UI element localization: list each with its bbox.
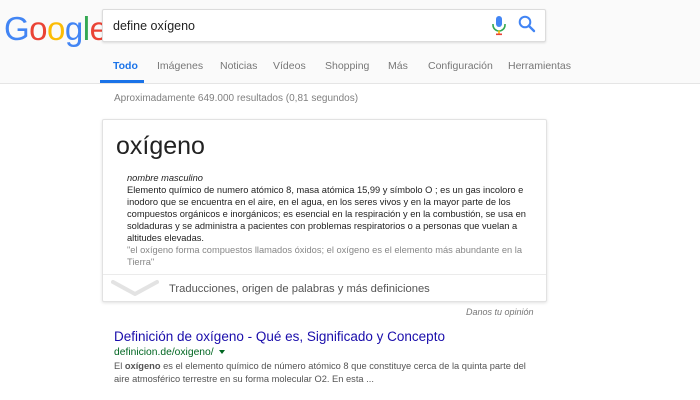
- mic-icon[interactable]: [489, 15, 509, 37]
- tab-shopping[interactable]: Shopping: [325, 60, 369, 72]
- logo-letter: o: [47, 10, 65, 47]
- logo-letter: G: [4, 10, 30, 47]
- result-title-link[interactable]: Definición de oxígeno - Qué es, Signific…: [114, 329, 445, 344]
- active-tab-indicator: [100, 80, 144, 83]
- logo-letter: o: [29, 10, 48, 47]
- logo-letter: l: [82, 10, 90, 47]
- result-url: definicion.de/oxigeno/: [114, 347, 225, 358]
- definition-text: Elemento químico de numero atómico 8, ma…: [127, 185, 526, 243]
- more-definitions-label: Traducciones, origen de palabras y más d…: [169, 283, 430, 295]
- dictionary-word: oxígeno: [116, 132, 205, 160]
- snippet-pre: El: [114, 361, 125, 371]
- tab-todo[interactable]: Todo: [113, 60, 138, 72]
- tab-videos[interactable]: Vídeos: [273, 60, 306, 72]
- tab-mas[interactable]: Más: [388, 60, 408, 72]
- more-definitions-row[interactable]: Traducciones, origen de palabras y más d…: [103, 274, 546, 302]
- definition-example: "el oxígeno forma compuestos llamados óx…: [127, 245, 523, 267]
- snippet-post: es el elemento químico de número atómico…: [114, 361, 526, 384]
- result-snippet: El oxígeno es el elemento químico de núm…: [114, 360, 534, 386]
- dictionary-card: oxígeno nombre masculino Elemento químic…: [102, 119, 547, 302]
- chevron-down-icon: [111, 280, 159, 296]
- header-bar: Google Todo Imágenes Noticias Vídeos Sho…: [0, 0, 700, 84]
- part-of-speech: nombre masculino: [127, 173, 203, 183]
- search-icon[interactable]: [517, 14, 537, 34]
- tab-configuracion[interactable]: Configuración: [428, 60, 493, 72]
- url-dropdown-icon[interactable]: [218, 350, 225, 355]
- search-box: [102, 9, 546, 42]
- result-stats: Aproximadamente 649.000 resultados (0,81…: [114, 93, 359, 104]
- definition-block: nombre masculino Elemento químico de num…: [127, 172, 537, 268]
- snippet-highlight: oxígeno: [124, 361, 161, 371]
- search-input[interactable]: [113, 17, 483, 35]
- google-logo[interactable]: Google: [4, 10, 108, 48]
- logo-letter: g: [64, 10, 83, 47]
- tab-noticias[interactable]: Noticias: [220, 60, 257, 72]
- tab-herramientas[interactable]: Herramientas: [508, 60, 571, 72]
- feedback-link[interactable]: Danos tu opinión: [466, 307, 534, 317]
- tab-imagenes[interactable]: Imágenes: [157, 60, 203, 72]
- result-url-text: definicion.de/oxigeno/: [114, 347, 214, 358]
